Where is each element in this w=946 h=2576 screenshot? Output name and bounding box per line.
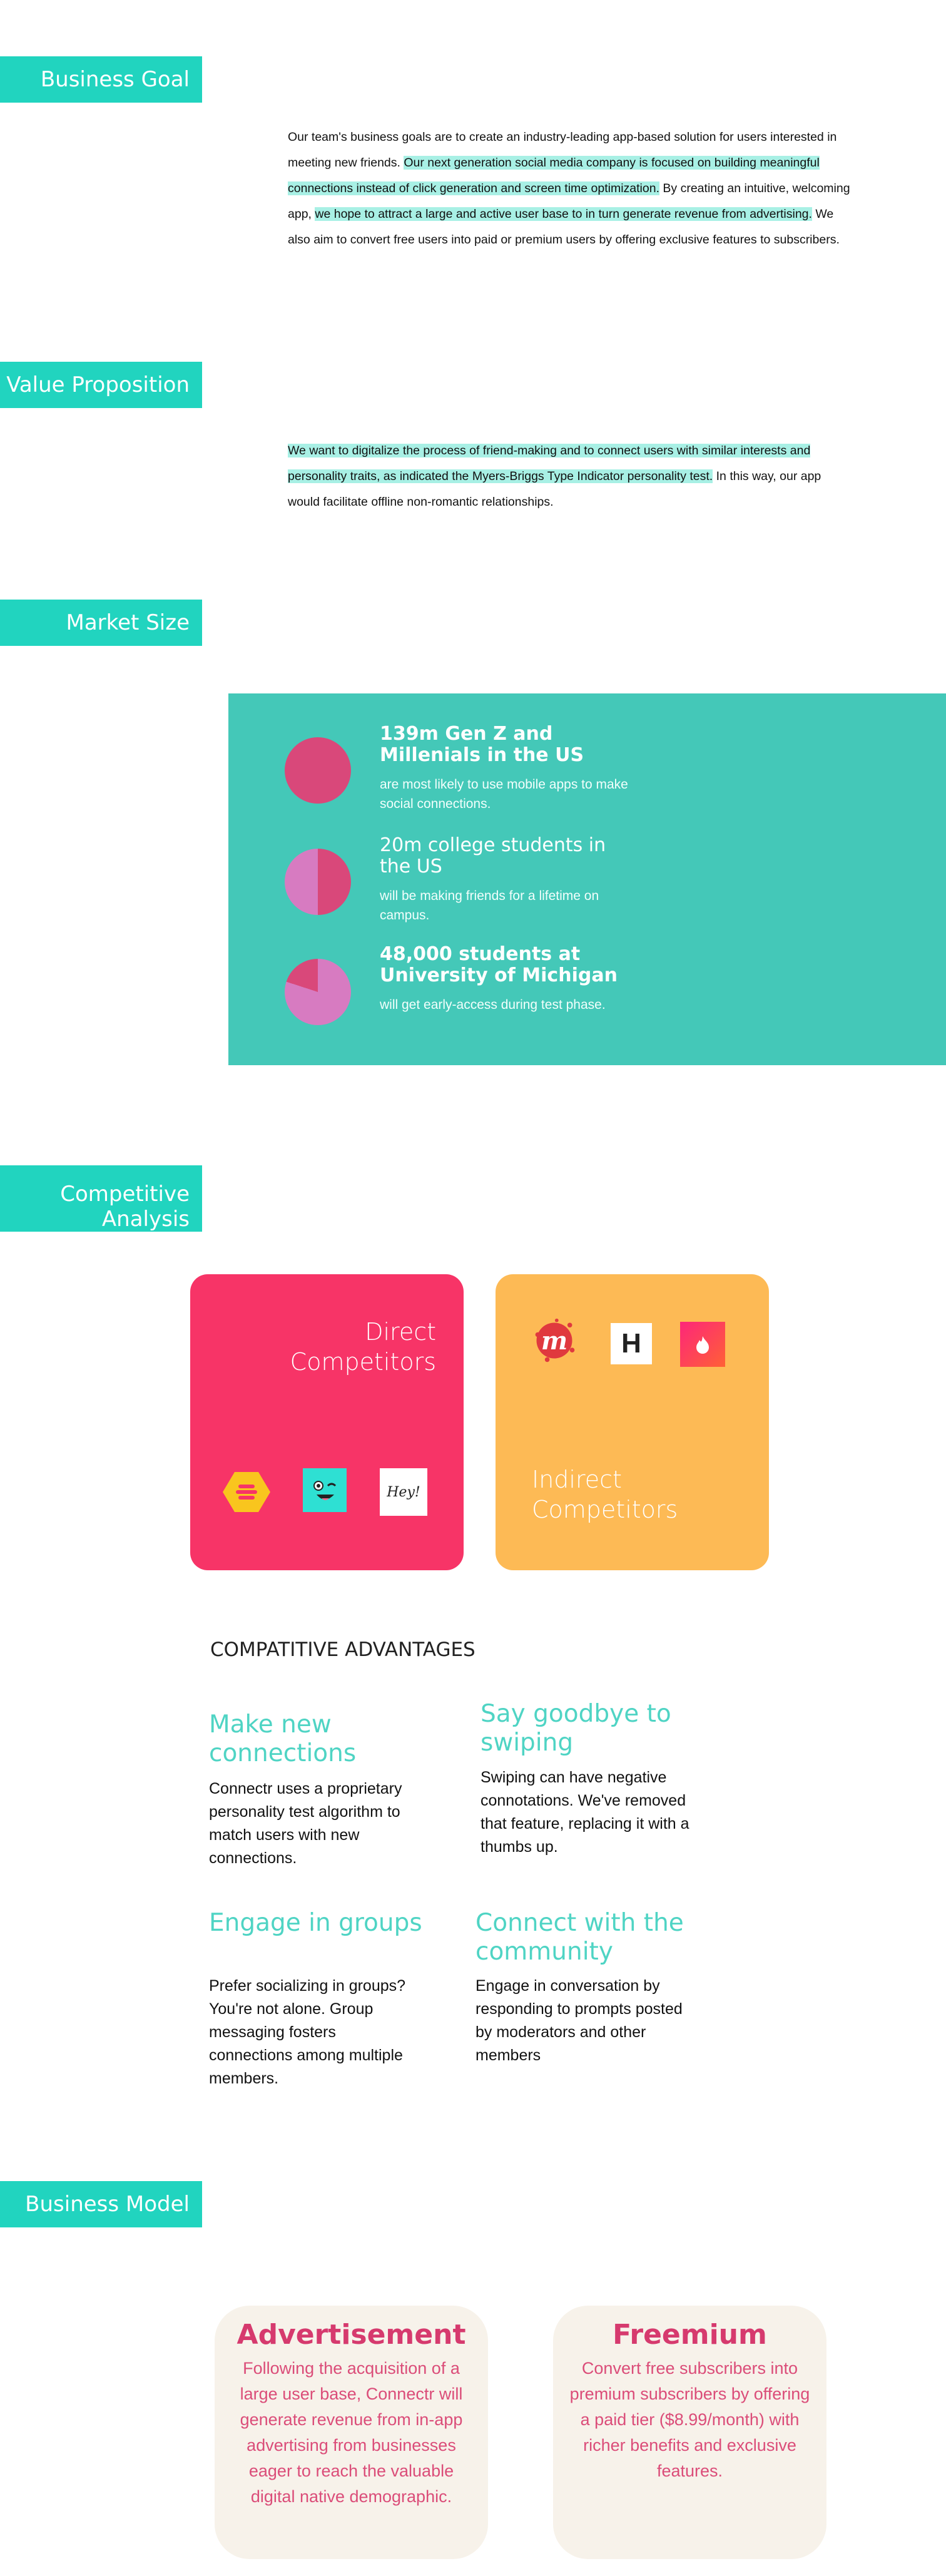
card-title: Indirect Competitors [532, 1464, 678, 1525]
advantage-title: Connect with the community [476, 1909, 684, 1966]
card-title-line: Direct [365, 1318, 436, 1346]
direct-competitors-card: Direct Competitors Hey! [190, 1274, 464, 1570]
market-stat-title: 48,000 students at University of Michiga… [380, 943, 618, 986]
section-tab-value-proposition: Value Proposition [0, 362, 202, 408]
hey-vina-logo-icon: Hey! [380, 1468, 427, 1516]
market-stat-title: 20m college students in the US [380, 834, 606, 877]
market-stat-subtitle: will get early-access during test phase. [380, 998, 606, 1012]
advantage-title: Engage in groups [209, 1909, 422, 1937]
section-tab-competitive-analysis: Competitive Analysis [0, 1165, 202, 1232]
card-title-line: Competitors [290, 1348, 436, 1376]
advantage-title: Make new connections [209, 1710, 357, 1767]
section-tab-business-model: Business Model [0, 2181, 202, 2227]
advantage-title: Say goodbye to swiping [481, 1700, 671, 1757]
value-proposition-paragraph: We want to digitalize the process of fri… [288, 438, 851, 515]
business-model-card: Advertisement Following the acquisition … [215, 2306, 488, 2559]
wink-logo-icon [303, 1468, 347, 1512]
market-size-panel: 139m Gen Z and Millenials in the US are … [228, 693, 946, 1065]
card-title-line: Competitors [532, 1496, 678, 1523]
market-stat-subtitle: are most likely to use mobile apps to ma… [380, 777, 628, 811]
hinge-logo-text: H [621, 1328, 641, 1359]
card-title-line: Indirect [532, 1466, 622, 1493]
pie-chart-icon [285, 737, 351, 804]
section-title: Market Size [66, 610, 190, 635]
pie-chart-icon [285, 849, 351, 915]
pie-chart-icon [285, 959, 351, 1025]
indirect-competitors-card: m H Indirect Competitors [496, 1274, 769, 1570]
hinge-logo-icon: H [611, 1323, 652, 1364]
section-tab-business-goal: Business Goal [0, 56, 202, 103]
section-title: Business Goal [40, 67, 190, 92]
meetup-logo-icon: m [531, 1317, 578, 1364]
business-model-text: Following the acquisition of a large use… [240, 2359, 463, 2506]
hey-logo-text: Hey! [387, 1484, 420, 1500]
section-title: Business Model [25, 2192, 190, 2217]
advantages-heading: COMPATITIVE ADVANTAGES [210, 1638, 476, 1661]
advantage-text: Prefer socializing in groups? You're not… [209, 1977, 406, 2087]
business-goal-paragraph: Our team's business goals are to create … [288, 125, 851, 253]
section-title-line2: Analysis [101, 1207, 190, 1232]
highlight-span: we hope to attract a large and active us… [315, 207, 812, 221]
tinder-logo-icon [680, 1322, 725, 1367]
business-model-title: Advertisement [236, 2319, 466, 2351]
section-tab-market-size: Market Size [0, 600, 202, 646]
advantage-text: Engage in conversation by responding to … [476, 1977, 683, 2064]
market-stat-title: 139m Gen Z and Millenials in the US [380, 723, 584, 766]
section-title-line1: Competitive [60, 1182, 190, 1207]
business-model-text: Convert free subscribers into premium su… [569, 2359, 810, 2480]
card-title: Direct Competitors [290, 1317, 436, 1377]
section-title: Value Proposition [6, 372, 190, 397]
market-stat-subtitle: will be making friends for a lifetime on… [380, 889, 599, 923]
business-model-card: Freemium Convert free subscribers into p… [553, 2306, 826, 2559]
bumble-logo-icon [223, 1468, 270, 1516]
meetup-logo-text: m [541, 1326, 568, 1356]
business-model-title: Freemium [613, 2319, 767, 2351]
advantage-text: Connectr uses a proprietary personality … [209, 1780, 402, 1867]
advantage-text: Swiping can have negative connotations. … [481, 1769, 689, 1856]
